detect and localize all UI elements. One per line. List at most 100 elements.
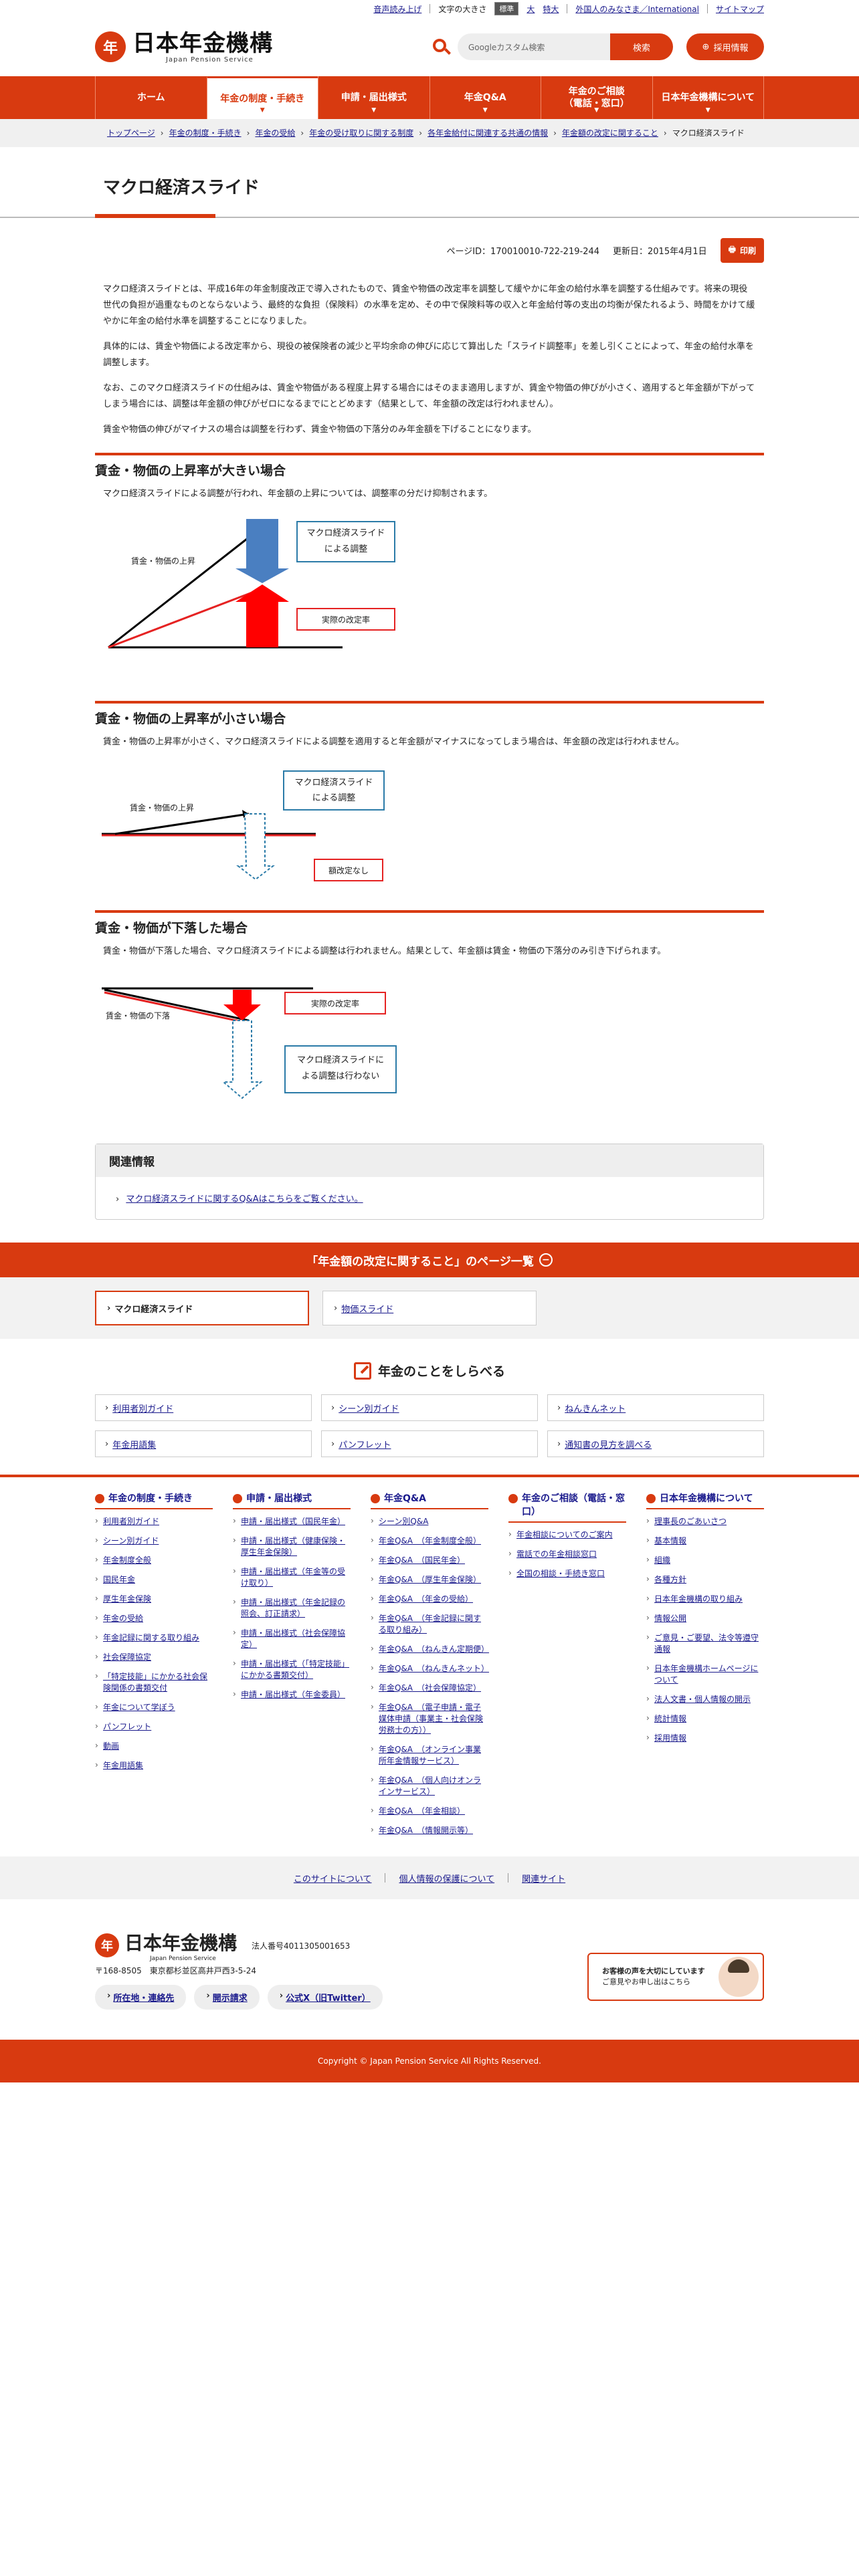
footer-link[interactable]: 統計情報 [654,1714,686,1723]
lookup-link[interactable]: ねんきんネット [565,1402,626,1414]
lookup-item[interactable]: › 年金用語集 [95,1430,312,1457]
footer-link[interactable]: 日本年金機構ホームページについて [654,1664,758,1685]
footer-link[interactable]: 社会保障協定 [103,1652,151,1662]
footer-link[interactable]: 申請・届出様式（年金等の受け取り） [241,1567,345,1588]
recruit-button[interactable]: ⊕ 採用情報 [686,33,764,60]
lookup-item[interactable]: › シーン別ガイド [321,1394,538,1421]
read-aloud-link[interactable]: 音声読み上げ [373,3,421,15]
search-button[interactable]: 検索 [610,33,673,60]
footer-link[interactable]: シーン別Q&A [379,1517,428,1526]
lookup-item[interactable]: › パンフレット [321,1430,538,1457]
about-site-link[interactable]: このサイトについて [294,1872,372,1885]
footer-link[interactable]: 年金Q&A （ねんきん定期便） [379,1644,489,1654]
footer-link[interactable]: 利用者別ガイド [103,1517,159,1526]
contact-link[interactable]: 所在地・連絡先 [113,1991,174,2004]
footer-link[interactable]: 組織 [654,1555,670,1565]
pagelist-toggle[interactable]: 「年金額の改定に関すること」のページ一覧 − [0,1243,859,1277]
privacy-link[interactable]: 個人情報の保護について [399,1872,494,1885]
footer-link[interactable]: 厚生年金保険 [103,1594,151,1604]
nav-item[interactable]: 年金のご相談 （電話・窓口） ▼ [541,76,652,119]
breadcrumb-link[interactable]: 年金の制度・手続き [169,128,242,138]
nav-item[interactable]: 日本年金機構について ▼ [652,76,764,119]
disclosure-button[interactable]: › 開示請求 [194,1985,260,2010]
lookup-link[interactable]: パンフレット [339,1438,391,1451]
nav-item[interactable]: 申請・届出様式 ▼ [318,76,430,119]
footer-link[interactable]: 日本年金機構の取り組み [654,1594,743,1604]
footer-link[interactable]: 申請・届出様式（年金記録の照会、訂正請求） [241,1598,345,1618]
footer-link[interactable]: 年金Q&A （ねんきんネット） [379,1664,489,1673]
footer-link[interactable]: 理事長のごあいさつ [654,1517,727,1526]
search-input[interactable]: Googleカスタム検索 [458,33,610,60]
footer-column-heading[interactable]: 年金のご相談（電話・窓口） [508,1492,626,1523]
customer-voice-banner[interactable]: お客様の声を大切にしています ご意見やお申し出はこちら [587,1953,764,2001]
footer-column-heading[interactable]: 日本年金機構について [646,1492,764,1509]
footer-link[interactable]: 年金Q&A （年金制度全般） [379,1536,481,1545]
print-button[interactable]: 🖶 印刷 [720,238,764,263]
breadcrumb-link[interactable]: トップページ [107,128,155,138]
footer-link[interactable]: 年金用語集 [103,1761,143,1770]
disclosure-link[interactable]: 開示請求 [213,1991,248,2004]
footer-link[interactable]: 年金Q&A （電子申請・電子媒体申請（事業主・社会保険労務士の方）） [379,1703,483,1735]
breadcrumb-link[interactable]: 各年金給付に関連する共通の情報 [427,128,548,138]
footer-column-heading[interactable]: 年金の制度・手続き [95,1492,213,1509]
footer-link[interactable]: 年金Q&A （年金相談） [379,1806,465,1816]
footer-link[interactable]: 情報公開 [654,1614,686,1623]
footer-link[interactable]: 年金Q&A （年金の受給） [379,1594,473,1604]
nav-item[interactable]: 年金の制度・手続き ▼ [206,76,318,119]
breadcrumb-link[interactable]: 年金の受け取りに関する制度 [309,128,413,138]
footer-link[interactable]: 申請・届出様式（健康保険・厚生年金保険） [241,1536,345,1557]
related-sites-link[interactable]: 関連サイト [522,1872,565,1885]
footer-link[interactable]: 年金について学ぼう [103,1703,175,1712]
footer-link[interactable]: 国民年金 [103,1575,135,1584]
footer-link[interactable]: 年金の受給 [103,1614,143,1623]
x-twitter-link[interactable]: 公式X（旧Twitter） [286,1991,371,2004]
footer-link[interactable]: 年金記録に関する取り組み [103,1633,199,1642]
footer-link[interactable]: 年金Q&A （情報開示等） [379,1826,473,1835]
pagelist-item[interactable]: › 物価スライド [322,1291,537,1325]
footer-link[interactable]: 年金制度全般 [103,1555,151,1565]
footer-link[interactable]: ご意見・ご要望、法令等遵守通報 [654,1633,759,1654]
lookup-item[interactable]: › ねんきんネット [547,1394,764,1421]
footer-link[interactable]: 年金Q&A （国民年金） [379,1555,465,1565]
lookup-item[interactable]: › 通知書の見方を調べる [547,1430,764,1457]
footer-link[interactable]: パンフレット [103,1722,151,1731]
pagelist-item-link[interactable]: 物価スライド [341,1302,393,1315]
lookup-link[interactable]: 利用者別ガイド [112,1402,173,1414]
breadcrumb-link[interactable]: 年金額の改定に関すること [562,128,658,138]
footer-link[interactable]: 採用情報 [654,1733,686,1743]
footer-link[interactable]: 基本情報 [654,1536,686,1545]
font-size-standard-button[interactable]: 標準 [494,2,519,15]
footer-column-heading[interactable]: 申請・届出様式 [233,1492,351,1509]
footer-link[interactable]: 申請・届出様式（社会保障協定） [241,1628,345,1649]
lookup-link[interactable]: シーン別ガイド [339,1402,399,1414]
footer-link[interactable]: 年金Q&A （オンライン事業所年金情報サービス） [379,1745,481,1765]
foreign-link[interactable]: 外国人のみなさま／International [575,3,699,15]
footer-link[interactable]: 動画 [103,1741,119,1751]
footer-link[interactable]: シーン別ガイド [103,1536,159,1545]
related-link[interactable]: マクロ経済スライドに関するQ&Aはこちらをご覧ください。 [126,1194,363,1204]
footer-link[interactable]: 年金Q&A （社会保障協定） [379,1683,481,1693]
font-size-xlarge-button[interactable]: 特大 [543,3,559,15]
footer-link[interactable]: 年金Q&A （厚生年金保険） [379,1575,481,1584]
footer-link[interactable]: 年金Q&A （年金記録に関する取り組み） [379,1614,481,1634]
footer-link[interactable]: 申請・届出様式（国民年金） [241,1517,345,1526]
footer-link[interactable]: 法人文書・個人情報の開示 [654,1695,751,1704]
footer-link[interactable]: 全国の相談・手続き窓口 [516,1569,605,1578]
nav-item[interactable]: ホーム [95,76,207,119]
footer-link[interactable]: 各種方針 [654,1575,686,1584]
nav-item[interactable]: 年金Q&A ▼ [429,76,541,119]
x-twitter-button[interactable]: › 公式X（旧Twitter） [267,1985,383,2010]
font-size-large-button[interactable]: 大 [527,3,535,15]
site-logo[interactable]: 年 日本年金機構 Japan Pension Service [95,31,273,64]
footer-link[interactable]: 申請・届出様式（「特定技能」にかかる書類交付） [241,1659,349,1680]
breadcrumb-link[interactable]: 年金の受給 [255,128,295,138]
footer-logo[interactable]: 年 日本年金機構 Japan Pension Service 法人番号40113… [95,1929,350,1962]
footer-link[interactable]: 電話での年金相談窓口 [516,1549,597,1559]
lookup-item[interactable]: › 利用者別ガイド [95,1394,312,1421]
lookup-link[interactable]: 年金用語集 [112,1438,156,1451]
footer-link[interactable]: 年金Q&A （個人向けオンラインサービス） [379,1776,481,1796]
contact-button[interactable]: › 所在地・連絡先 [95,1985,187,2010]
footer-link[interactable]: 申請・届出様式（年金委員） [241,1690,345,1699]
footer-link[interactable]: 「特定技能」にかかる社会保険関係の書類交付 [103,1672,207,1693]
sitemap-link[interactable]: サイトマップ [716,3,764,15]
